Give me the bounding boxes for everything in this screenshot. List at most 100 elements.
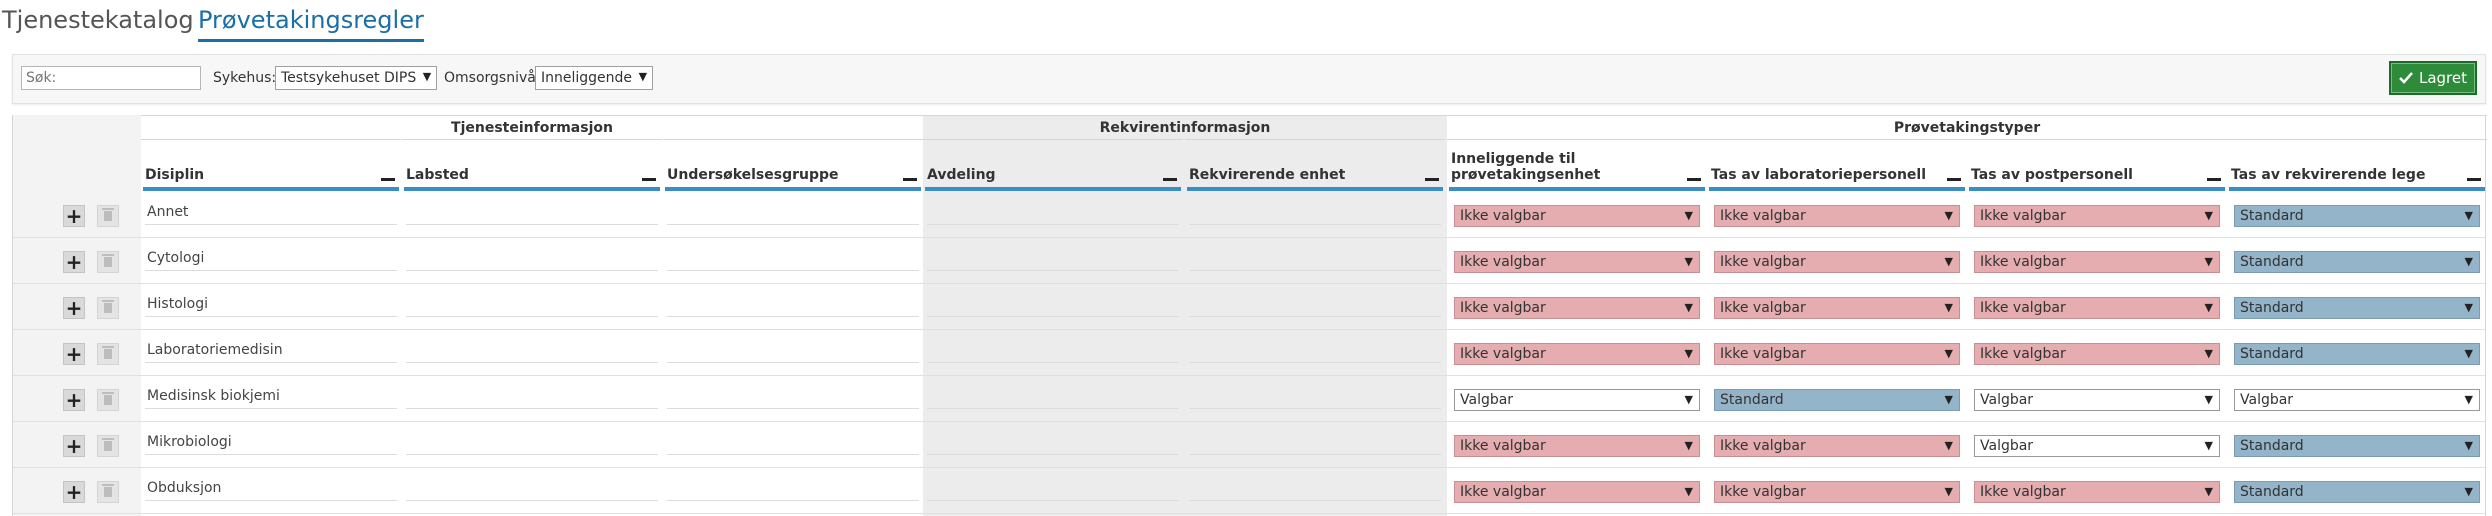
column-header-rekvirerende-enhet[interactable]: Rekvirerende enhet	[1185, 139, 1445, 191]
select-value: Valgbar	[1980, 392, 2034, 408]
plus-icon[interactable]: +	[63, 251, 85, 273]
tas-av-post-select[interactable]: Ikke valgbar ▼	[1974, 205, 2220, 227]
tas-av-lab-select[interactable]: Ikke valgbar ▼	[1714, 435, 1960, 457]
tas-av-post-select[interactable]: Ikke valgbar ▼	[1974, 251, 2220, 273]
inneliggende-select[interactable]: Ikke valgbar ▼	[1454, 343, 1700, 365]
tas-av-post-select[interactable]: Ikke valgbar ▼	[1974, 481, 2220, 503]
cell-underline	[927, 362, 1179, 363]
column-header-tas-av-post[interactable]: Tas av postpersonell	[1967, 139, 2227, 191]
caret-down-icon: ▼	[1684, 439, 1693, 452]
save-button[interactable]: Lagret	[2389, 61, 2477, 95]
cell-underline	[406, 500, 658, 501]
cell-underline	[145, 454, 397, 455]
column-header-disiplin[interactable]: Disiplin	[141, 139, 401, 191]
trash-icon	[102, 254, 114, 267]
plus-icon[interactable]: +	[63, 297, 85, 319]
delete-button[interactable]	[97, 251, 119, 273]
select-value: Ikke valgbar	[1980, 484, 2066, 500]
delete-button[interactable]	[97, 481, 119, 503]
cell-underline	[1189, 500, 1441, 501]
plus-icon[interactable]: +	[63, 435, 85, 457]
cell-underline	[1189, 316, 1441, 317]
select-value: Standard	[2240, 254, 2304, 270]
minus-icon[interactable]	[903, 178, 917, 181]
caret-down-icon: ▼	[1944, 301, 1953, 314]
delete-button[interactable]	[97, 343, 119, 365]
inneliggende-select[interactable]: Ikke valgbar ▼	[1454, 251, 1700, 273]
cell-underline	[406, 454, 658, 455]
delete-button[interactable]	[97, 435, 119, 457]
tas-av-lab-select[interactable]: Ikke valgbar ▼	[1714, 251, 1960, 273]
column-header-avdeling[interactable]: Avdeling	[923, 139, 1183, 191]
tas-av-lege-select[interactable]: Standard ▼	[2234, 481, 2480, 503]
column-header-labsted[interactable]: Labsted	[402, 139, 662, 191]
cell-underline	[927, 408, 1179, 409]
column-header-undersokelsesgruppe[interactable]: Undersøkelsesgruppe	[663, 139, 923, 191]
minus-icon[interactable]	[381, 178, 395, 181]
tas-av-lab-select[interactable]: Ikke valgbar ▼	[1714, 343, 1960, 365]
cell-underline	[145, 316, 397, 317]
select-value: Ikke valgbar	[1460, 300, 1546, 316]
plus-icon[interactable]: +	[63, 205, 85, 227]
column-header-tas-av-lege[interactable]: Tas av rekvirerende lege	[2227, 139, 2487, 191]
plus-icon[interactable]: +	[63, 343, 85, 365]
column-header-tas-av-lab[interactable]: Tas av laboratoriepersonell	[1707, 139, 1967, 191]
column-underline	[2229, 187, 2485, 191]
select-value: Standard	[2240, 484, 2304, 500]
inneliggende-select[interactable]: Ikke valgbar ▼	[1454, 297, 1700, 319]
tas-av-lege-select[interactable]: Standard ▼	[2234, 435, 2480, 457]
minus-icon[interactable]	[642, 178, 656, 181]
tas-av-lege-select[interactable]: Standard ▼	[2234, 343, 2480, 365]
cell-underline	[667, 454, 919, 455]
tas-av-lab-select[interactable]: Ikke valgbar ▼	[1714, 205, 1960, 227]
disiplin-cell: Medisinsk biokjemi	[147, 388, 280, 404]
column-underline	[143, 187, 399, 191]
delete-button[interactable]	[97, 389, 119, 411]
minus-icon[interactable]	[1425, 178, 1439, 181]
care-level-select[interactable]: Inneliggende ▼	[535, 66, 654, 90]
caret-down-icon: ▼	[2464, 347, 2473, 360]
tas-av-post-select[interactable]: Valgbar ▼	[1974, 389, 2220, 411]
inneliggende-select[interactable]: Ikke valgbar ▼	[1454, 435, 1700, 457]
tas-av-lege-select[interactable]: Standard ▼	[2234, 251, 2480, 273]
tas-av-lege-select[interactable]: Standard ▼	[2234, 205, 2480, 227]
hospital-select[interactable]: Testsykehuset DIPS ▼	[275, 66, 438, 90]
tas-av-post-select[interactable]: Ikke valgbar ▼	[1974, 297, 2220, 319]
tas-av-post-select[interactable]: Ikke valgbar ▼	[1974, 343, 2220, 365]
search-input[interactable]	[21, 66, 201, 90]
caret-down-icon: ▼	[1684, 393, 1693, 406]
minus-icon[interactable]	[1947, 178, 1961, 181]
minus-icon[interactable]	[2207, 178, 2221, 181]
select-value: Ikke valgbar	[1460, 346, 1546, 362]
table-row: + Mikrobiologi Ikke valgbar ▼ Ikke valgbar ▼ V…	[13, 422, 2485, 468]
minus-icon[interactable]	[2467, 178, 2481, 181]
minus-icon[interactable]	[1687, 178, 1701, 181]
minus-icon[interactable]	[1163, 178, 1177, 181]
caret-down-icon: ▼	[1944, 347, 1953, 360]
cell-underline	[145, 224, 397, 225]
tas-av-lab-select[interactable]: Ikke valgbar ▼	[1714, 297, 1960, 319]
inneliggende-select[interactable]: Valgbar ▼	[1454, 389, 1700, 411]
delete-button[interactable]	[97, 297, 119, 319]
tas-av-lab-select[interactable]: Ikke valgbar ▼	[1714, 481, 1960, 503]
caret-down-icon: ▼	[2204, 439, 2213, 452]
cell-underline	[1189, 362, 1441, 363]
tas-av-lege-select[interactable]: Valgbar ▼	[2234, 389, 2480, 411]
select-value: Ikke valgbar	[1460, 254, 1546, 270]
cell-underline	[667, 224, 919, 225]
inneliggende-select[interactable]: Ikke valgbar ▼	[1454, 205, 1700, 227]
caret-down-icon: ▼	[1684, 209, 1693, 222]
inneliggende-select[interactable]: Ikke valgbar ▼	[1454, 481, 1700, 503]
column-header-inneliggende[interactable]: Inneliggende til prøvetakingsenhet	[1447, 139, 1707, 191]
tab-tjenestekatalog[interactable]: Tjenestekatalog	[2, 4, 194, 36]
tas-av-lege-select[interactable]: Standard ▼	[2234, 297, 2480, 319]
tas-av-lab-select[interactable]: Standard ▼	[1714, 389, 1960, 411]
plus-icon[interactable]: +	[63, 481, 85, 503]
group-provetakingstyper: Prøvetakingstyper	[1447, 115, 2487, 139]
plus-icon[interactable]: +	[63, 389, 85, 411]
cell-underline	[667, 316, 919, 317]
select-value: Ikke valgbar	[1720, 438, 1806, 454]
tab-provetakingsregler[interactable]: Prøvetakingsregler	[198, 4, 424, 42]
delete-button[interactable]	[97, 205, 119, 227]
tas-av-post-select[interactable]: Valgbar ▼	[1974, 435, 2220, 457]
